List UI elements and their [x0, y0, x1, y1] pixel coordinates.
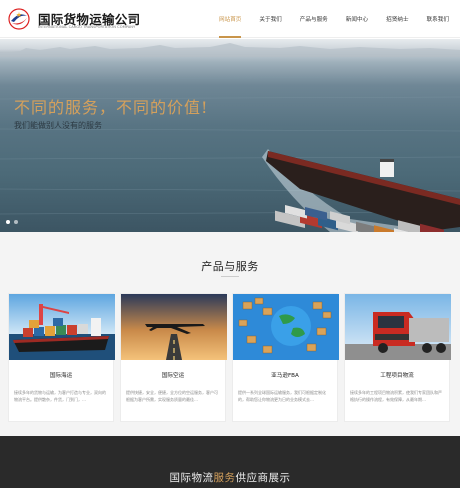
logo-icon[interactable]	[8, 8, 30, 30]
products-title: 产品与服务	[201, 260, 259, 273]
card-title: 国际空运	[161, 373, 185, 379]
nav-item-contact[interactable]: 联系我们	[418, 0, 458, 38]
nav-item-home[interactable]: 网站首页	[210, 0, 250, 38]
product-cards: 国际海运 接续多年的货物与运输，为客户打造与专业，双向的物流平台。提供散杂，件货…	[8, 293, 451, 422]
title-highlight: 服务	[213, 472, 236, 484]
air-freight-image	[121, 294, 227, 360]
nav-item-careers[interactable]: 招贤纳士	[377, 0, 417, 38]
title-part-2: 供应商展示	[235, 472, 291, 484]
site-header: 国际货物运输公司 INTERNATIONAL CARGO TRANSPORTAT…	[0, 0, 460, 38]
nav-item-news[interactable]: 新闻中心	[337, 0, 377, 38]
product-card-air[interactable]: 国际空运 提供快捷，安全，便捷，全方位的空运服务，客户可根据为客户所需，实现服务…	[120, 293, 227, 422]
title-divider	[221, 276, 239, 277]
product-card-fba[interactable]: 亚马逊FBA 提供一系列全球国际运输服务，我们可根据定制化的，帮助您让你物流更为…	[232, 293, 339, 422]
amazon-fba-image	[233, 294, 339, 360]
card-desc: 提供快捷，安全，便捷，全方位的空运服务，客户可根据为客户所需，实现服务质量的最佳…	[126, 390, 218, 402]
main-nav: 网站首页 关于我们 产品与服务 新闻中心 招贤纳士 联系我们	[210, 0, 458, 38]
slider-dot-1[interactable]	[6, 220, 10, 224]
hero-headline: 不同的服务，不同的价值!	[14, 98, 209, 117]
product-card-project[interactable]: 工程项目物流 接续多年的工程项目物流积累，使我们专家团队和严格执行的操作流程，有…	[344, 293, 451, 422]
card-title: 国际海运	[49, 373, 73, 379]
brand-subtitle: INTERNATIONAL CARGO TRANSPORTATION COMPA…	[38, 25, 136, 29]
hero-banner[interactable]: 不同的服务，不同的价值! 我们能做别人没有的服务	[0, 39, 460, 232]
card-desc: 提供一系列全球国际运输服务，我们可根据定制化的，帮助您让你物流更为日的业务模式去…	[238, 390, 326, 402]
sea-freight-image	[9, 294, 115, 360]
products-section: 产品与服务 国际海运 接续多年的货物与运输，为客户打造与专业，双向的物流平台。提…	[0, 232, 460, 436]
nav-item-products[interactable]: 产品与服务	[291, 0, 337, 38]
card-desc: 接续多年的货物与运输，为客户打造与专业，双向的物流平台。提供散杂，件货，门到门，…	[14, 390, 106, 402]
suppliers-section: 国际物流服务供应商展示	[0, 436, 460, 488]
hero-tagline: 我们能做别人没有的服务	[14, 121, 102, 130]
nav-item-about[interactable]: 关于我们	[250, 0, 290, 38]
card-title: 工程项目物流	[380, 373, 414, 379]
suppliers-title: 国际物流服务供应商展示	[0, 470, 460, 485]
project-logistics-image	[345, 294, 451, 360]
cargo-ship-image	[0, 43, 460, 232]
card-desc: 接续多年的工程项目物流积累，使我们专家团队和严格执行的操作流程，有效保障，从最年…	[350, 390, 442, 402]
slider-dot-2[interactable]	[14, 220, 18, 224]
product-card-sea[interactable]: 国际海运 接续多年的货物与运输，为客户打造与专业，双向的物流平台。提供散杂，件货…	[8, 293, 115, 422]
title-part-1: 国际物流	[169, 472, 214, 484]
slider-dots	[6, 220, 18, 224]
card-title: 亚马逊FBA	[271, 373, 299, 379]
